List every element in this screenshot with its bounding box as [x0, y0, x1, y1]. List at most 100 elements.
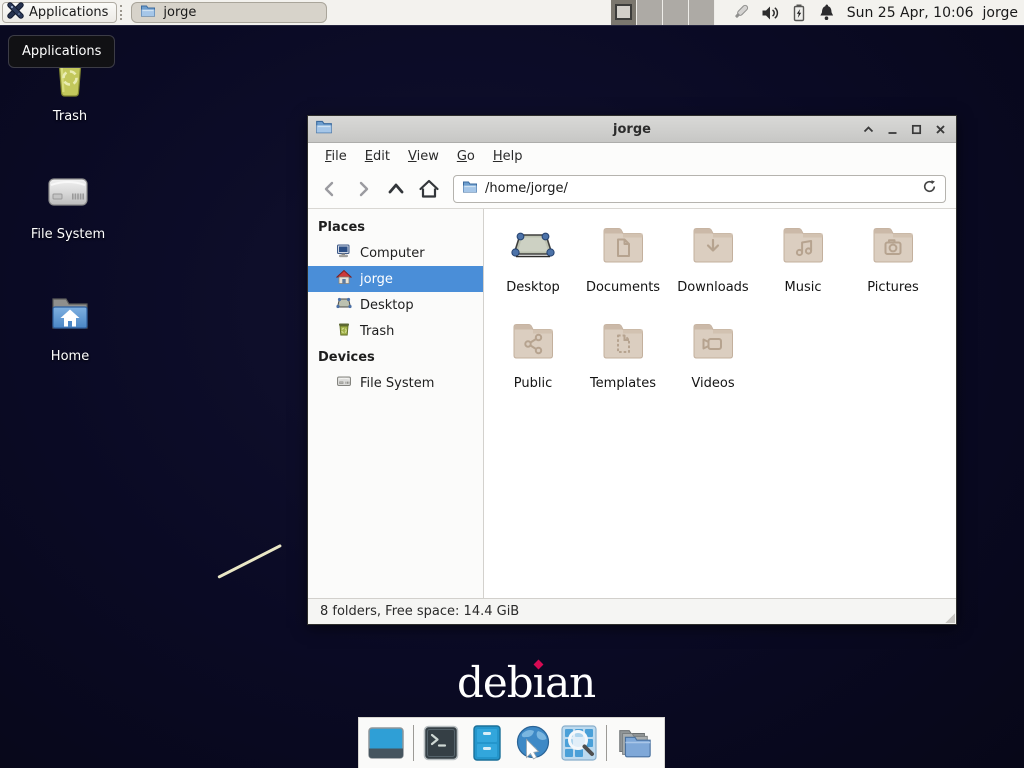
downloads-folder-icon [689, 221, 737, 273]
sidebar-item-jorge[interactable]: jorge [308, 266, 483, 292]
pointer-stroke [217, 544, 282, 579]
home-folder-icon [46, 290, 94, 342]
toolbar [308, 169, 956, 209]
battery-icon[interactable] [791, 3, 807, 22]
music-folder-icon [779, 221, 827, 273]
debian-logo: debıan [457, 662, 595, 704]
status-bar: 8 folders, Free space: 14.4 GiB [308, 598, 956, 624]
dock-web-browser-launcher[interactable] [514, 724, 552, 762]
dock-terminal-launcher[interactable] [422, 724, 460, 762]
sidebar-item-label: Computer [360, 246, 425, 261]
desktop-icon [336, 295, 352, 315]
location-bar[interactable] [453, 175, 946, 203]
menu-edit[interactable]: Edit [357, 146, 398, 167]
drive-icon [336, 373, 352, 393]
home-button[interactable] [417, 177, 441, 201]
back-button[interactable] [318, 177, 342, 201]
dock-directory-menu[interactable] [615, 724, 653, 762]
workspace-2[interactable] [637, 0, 663, 25]
dock-app-finder-launcher[interactable] [560, 724, 598, 762]
shade-button[interactable] [860, 121, 877, 138]
up-button[interactable] [384, 177, 408, 201]
notifications-bell-icon[interactable] [818, 3, 835, 22]
sidebar: Places Computer [308, 209, 484, 598]
menu-label: o [467, 149, 475, 164]
menu-label: V [408, 149, 417, 164]
menu-label: dit [373, 149, 390, 164]
window-content: Places Computer [308, 209, 956, 598]
close-button[interactable] [932, 121, 949, 138]
menu-label: elp [503, 149, 523, 164]
desktop-icon-home[interactable]: Home [20, 290, 120, 364]
folder-item-label: Music [785, 280, 822, 295]
menu-bar: File Edit View Go Help [308, 143, 956, 169]
path-input[interactable] [485, 181, 915, 196]
menu-help[interactable]: Help [485, 146, 531, 167]
file-manager-window: jorge File Edit View Go Help [307, 115, 957, 625]
folder-item-documents[interactable]: Documents [578, 221, 668, 315]
resize-grip[interactable] [945, 613, 955, 623]
sidebar-item-trash[interactable]: Trash [308, 318, 483, 344]
folder-item-label: Pictures [867, 280, 918, 295]
menu-label: H [493, 149, 503, 164]
folder-item-music[interactable]: Music [758, 221, 848, 315]
dock-file-manager-launcher[interactable] [468, 724, 506, 762]
folder-item-label: Public [514, 376, 552, 391]
workspace-window-preview [615, 4, 632, 20]
taskbar-window-button[interactable]: jorge [131, 2, 327, 23]
workspace-1[interactable] [611, 0, 637, 25]
sidebar-item-file-system[interactable]: File System [308, 370, 483, 396]
sidebar-item-label: Desktop [360, 298, 414, 313]
menu-view[interactable]: View [400, 146, 447, 167]
workspace-3[interactable] [663, 0, 689, 25]
debian-logo-i: ı [533, 658, 545, 707]
folder-item-desktop[interactable]: Desktop [488, 221, 578, 315]
app-finder-icon [560, 724, 598, 762]
sidebar-devices-header: Devices [308, 344, 483, 370]
menu-file[interactable]: File [317, 146, 355, 167]
xfce-applications-icon [7, 2, 24, 23]
volume-icon[interactable] [761, 4, 780, 22]
applications-menu-button[interactable]: Applications [2, 2, 117, 23]
minimize-button[interactable] [884, 121, 901, 138]
menu-label: iew [417, 149, 439, 164]
menu-go[interactable]: Go [449, 146, 483, 167]
trash-icon [336, 321, 352, 341]
dock-show-desktop-button[interactable] [367, 724, 405, 762]
file-cabinet-icon [468, 724, 506, 762]
window-titlebar[interactable]: jorge [308, 116, 956, 143]
folder-item-public[interactable]: Public [488, 317, 578, 411]
applications-menu-label: Applications [29, 5, 108, 20]
home-icon [336, 269, 352, 289]
folder-item-label: Downloads [677, 280, 748, 295]
sidebar-item-computer[interactable]: Computer [308, 240, 483, 266]
pictures-folder-icon [869, 221, 917, 273]
folder-item-templates[interactable]: Templates [578, 317, 668, 411]
panel-right-area: Sun 25 Apr, 10:06 jorge [611, 0, 1024, 25]
folder-item-label: Videos [691, 376, 734, 391]
debian-logo-text: an [545, 658, 595, 707]
workspace-switcher [611, 0, 715, 25]
dock [358, 717, 665, 768]
desktop-icon-label: Home [51, 349, 89, 364]
workspace-4[interactable] [689, 0, 715, 25]
folder-item-label: Documents [586, 280, 660, 295]
desktop-icon-file-system[interactable]: File System [18, 168, 118, 242]
window-title: jorge [308, 122, 956, 137]
folder-stack-icon [615, 724, 653, 762]
sidebar-item-desktop[interactable]: Desktop [308, 292, 483, 318]
reload-icon[interactable] [922, 179, 937, 198]
maximize-button[interactable] [908, 121, 925, 138]
top-panel: Applications jorge [0, 0, 1024, 26]
system-tray [731, 3, 835, 22]
dock-separator [413, 725, 414, 761]
panel-handle[interactable] [120, 5, 124, 20]
folder-item-downloads[interactable]: Downloads [668, 221, 758, 315]
forward-button[interactable] [351, 177, 375, 201]
panel-username[interactable]: jorge [983, 5, 1018, 21]
stylus-tool-icon[interactable] [731, 3, 750, 22]
folder-item-videos[interactable]: Videos [668, 317, 758, 411]
menu-label: G [457, 149, 467, 164]
panel-clock[interactable]: Sun 25 Apr, 10:06 [847, 5, 974, 21]
folder-item-pictures[interactable]: Pictures [848, 221, 938, 315]
